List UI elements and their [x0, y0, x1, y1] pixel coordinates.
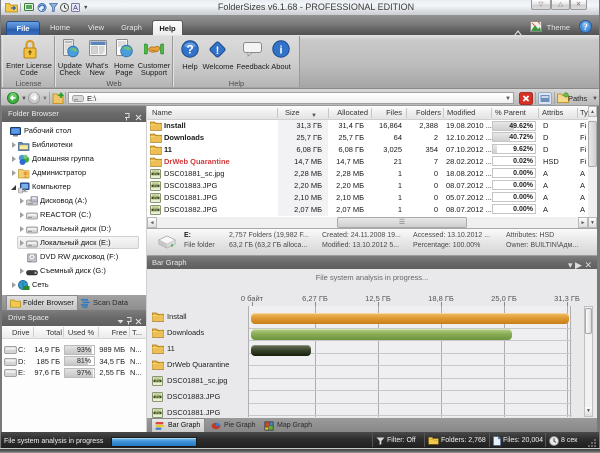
svg-text:JPG: JPG	[153, 172, 158, 176]
svg-text:?: ?	[583, 22, 588, 32]
svg-text:JPG: JPG	[153, 208, 158, 212]
svg-text:JPG: JPG	[153, 184, 158, 188]
svg-text:!: !	[216, 45, 220, 57]
svg-text:A: A	[73, 5, 78, 12]
svg-text:JPG: JPG	[155, 411, 160, 415]
svg-text:JPG: JPG	[155, 379, 160, 383]
svg-text:JPG: JPG	[153, 196, 158, 200]
svg-text:JPG: JPG	[155, 395, 160, 399]
svg-text:?: ?	[186, 43, 193, 57]
svg-text:i: i	[279, 45, 282, 57]
